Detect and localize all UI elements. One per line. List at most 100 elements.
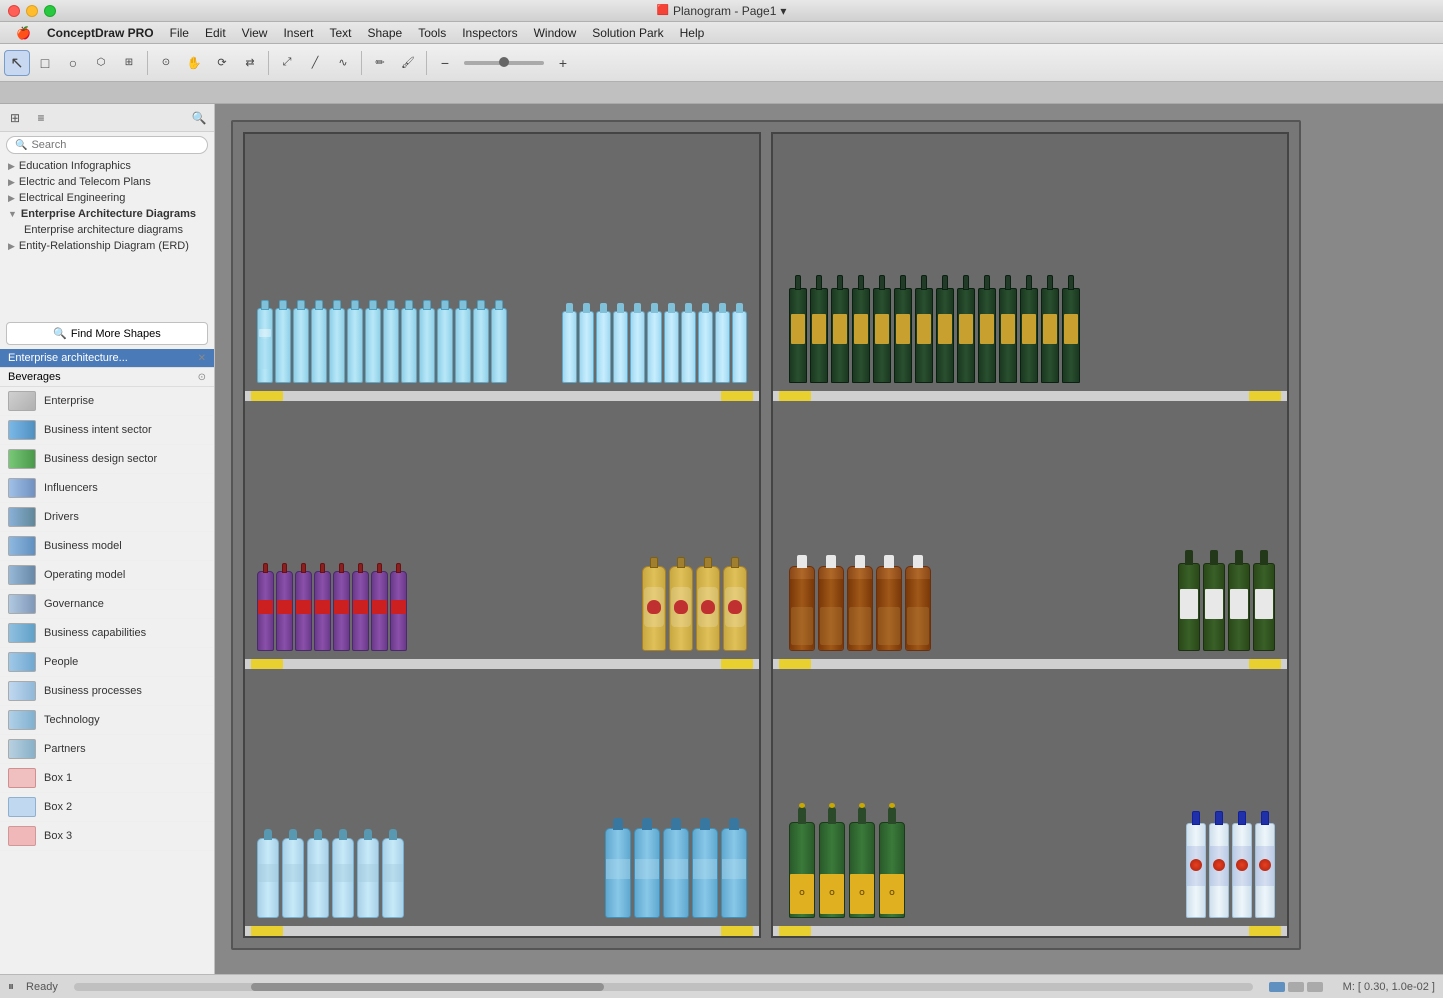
maximize-button[interactable]: [44, 5, 56, 17]
shape-tab-enterprise[interactable]: Enterprise architecture... ✕: [0, 349, 214, 368]
menu-inspectors[interactable]: Inspectors: [454, 24, 525, 42]
tool-select[interactable]: ↖: [4, 50, 30, 76]
vodka-b: [1255, 823, 1275, 918]
shape-item-bds[interactable]: Business design sector: [0, 445, 214, 474]
close-button[interactable]: [8, 5, 20, 17]
tool-brush[interactable]: 🖌: [395, 50, 421, 76]
tool-ellipse[interactable]: ○: [60, 50, 86, 76]
shape-item-governance[interactable]: Governance: [0, 590, 214, 619]
water-bottle-sm: [732, 311, 747, 383]
shape-item-enterprise[interactable]: Enterprise: [0, 387, 214, 416]
cat-electric[interactable]: ▶ Electric and Telecom Plans: [0, 174, 214, 190]
shape-item-box3[interactable]: Box 3: [0, 822, 214, 851]
tool-polygon[interactable]: ⬡: [88, 50, 114, 76]
vodka-b: [1232, 823, 1252, 918]
water-bottle: [419, 308, 435, 383]
juice-bottle: [642, 566, 666, 651]
wine-bottle-dk: [1020, 288, 1038, 383]
shape-item-technology[interactable]: Technology: [0, 706, 214, 735]
page-dot-active[interactable]: [1269, 982, 1285, 992]
menu-text[interactable]: Text: [321, 24, 359, 42]
shelf-row-r1: [773, 134, 1287, 401]
cat-enterprise[interactable]: ▼ Enterprise Architecture Diagrams: [0, 206, 214, 222]
canvas-area[interactable]: O O: [215, 104, 1443, 974]
shape-thumb-om: [8, 565, 36, 585]
zoom-thumb[interactable]: [499, 57, 509, 67]
tool-connect[interactable]: ⤢: [274, 50, 300, 76]
page-dot[interactable]: [1307, 982, 1323, 992]
tool-curve[interactable]: ∿: [330, 50, 356, 76]
menu-view[interactable]: View: [234, 24, 276, 42]
tab-close-enterprise[interactable]: ✕: [198, 353, 206, 364]
shape-item-people[interactable]: People: [0, 648, 214, 677]
cat-erd[interactable]: ▶ Entity-Relationship Diagram (ERD): [0, 238, 214, 254]
menu-window[interactable]: Window: [526, 24, 585, 42]
tool-line[interactable]: ╱: [302, 50, 328, 76]
shape-item-bp[interactable]: Business processes: [0, 677, 214, 706]
shape-item-om[interactable]: Operating model: [0, 561, 214, 590]
tab-close-beverages[interactable]: ⊙: [198, 372, 206, 383]
soda-bottles: [257, 571, 407, 651]
shelf-tag-r2: [721, 659, 753, 669]
shape-tab-beverages[interactable]: Beverages ⊙: [0, 368, 214, 387]
apple-menu[interactable]: 🍎: [8, 24, 39, 42]
search-icon: 🔍: [15, 140, 27, 151]
soda-bottle: [352, 571, 369, 651]
tool-table[interactable]: ⊞: [116, 50, 142, 76]
minimize-button[interactable]: [26, 5, 38, 17]
tool-lasso[interactable]: ⊙: [153, 50, 179, 76]
whiskey-b: [876, 566, 902, 651]
diagram-container: O O: [231, 120, 1301, 950]
sidebar-search-btn[interactable]: 🔍: [188, 107, 210, 129]
shape-item-drivers[interactable]: Drivers: [0, 503, 214, 532]
search-input[interactable]: [31, 139, 199, 151]
pet-bottle-b: [721, 828, 747, 918]
menu-edit[interactable]: Edit: [197, 24, 234, 42]
pause-btn[interactable]: ⏸: [8, 979, 14, 994]
menu-help[interactable]: Help: [672, 24, 713, 42]
dropdown-icon[interactable]: ▾: [780, 4, 786, 18]
wine-bottle-dk: [915, 288, 933, 383]
tool-rotate[interactable]: ⟳: [209, 50, 235, 76]
sidebar-grid-view[interactable]: ⊞: [4, 107, 26, 129]
tool-rect[interactable]: □: [32, 50, 58, 76]
main-layout: ⊞ ≡ 🔍 🔍 ▶ Education Infographics ▶ Elect…: [0, 104, 1443, 974]
sidebar-list-view[interactable]: ≡: [30, 107, 52, 129]
soda-bottle: [276, 571, 293, 651]
shape-item-partners[interactable]: Partners: [0, 735, 214, 764]
shape-item-influencers[interactable]: Influencers: [0, 474, 214, 503]
shape-item-bc[interactable]: Business capabilities: [0, 619, 214, 648]
pet-bottle-b: [692, 828, 718, 918]
shelf-tag-left: [251, 391, 283, 401]
wine-bottle-dk: [852, 288, 870, 383]
tool-zoom-in[interactable]: +: [550, 50, 576, 76]
menu-shape[interactable]: Shape: [360, 24, 411, 42]
tool-flip[interactable]: ⇄: [237, 50, 263, 76]
menu-tools[interactable]: Tools: [410, 24, 454, 42]
menu-insert[interactable]: Insert: [275, 24, 321, 42]
menu-solution-park[interactable]: Solution Park: [584, 24, 671, 42]
shape-item-box1[interactable]: Box 1: [0, 764, 214, 793]
page-dot[interactable]: [1288, 982, 1304, 992]
menu-app[interactable]: ConceptDraw PRO: [39, 24, 162, 42]
cat-electrical-eng[interactable]: ▶ Electrical Engineering: [0, 190, 214, 206]
tool-pan[interactable]: ✋: [181, 50, 207, 76]
tool-pencil[interactable]: ✏: [367, 50, 393, 76]
page-nav: [1269, 982, 1323, 992]
water-bottle: [329, 308, 345, 383]
shape-item-bis[interactable]: Business intent sector: [0, 416, 214, 445]
dark-wine-bottles: [1178, 563, 1275, 651]
cat-education[interactable]: ▶ Education Infographics: [0, 158, 214, 174]
shape-item-box2[interactable]: Box 2: [0, 793, 214, 822]
dark-wine-b: [1228, 563, 1250, 651]
find-more-shapes-btn[interactable]: 🔍 Find More Shapes: [6, 322, 208, 345]
scroll-bar-h[interactable]: [74, 983, 1253, 991]
tool-zoom-out[interactable]: −: [432, 50, 458, 76]
sidebar: ⊞ ≡ 🔍 🔍 ▶ Education Infographics ▶ Elect…: [0, 104, 215, 974]
soda-bottle: [314, 571, 331, 651]
shape-item-bm[interactable]: Business model: [0, 532, 214, 561]
pet-bottles-left: [257, 838, 404, 918]
subcat-enterprise-arch[interactable]: Enterprise architecture diagrams: [0, 222, 214, 238]
water-bottle: [455, 308, 471, 383]
menu-file[interactable]: File: [162, 24, 197, 42]
